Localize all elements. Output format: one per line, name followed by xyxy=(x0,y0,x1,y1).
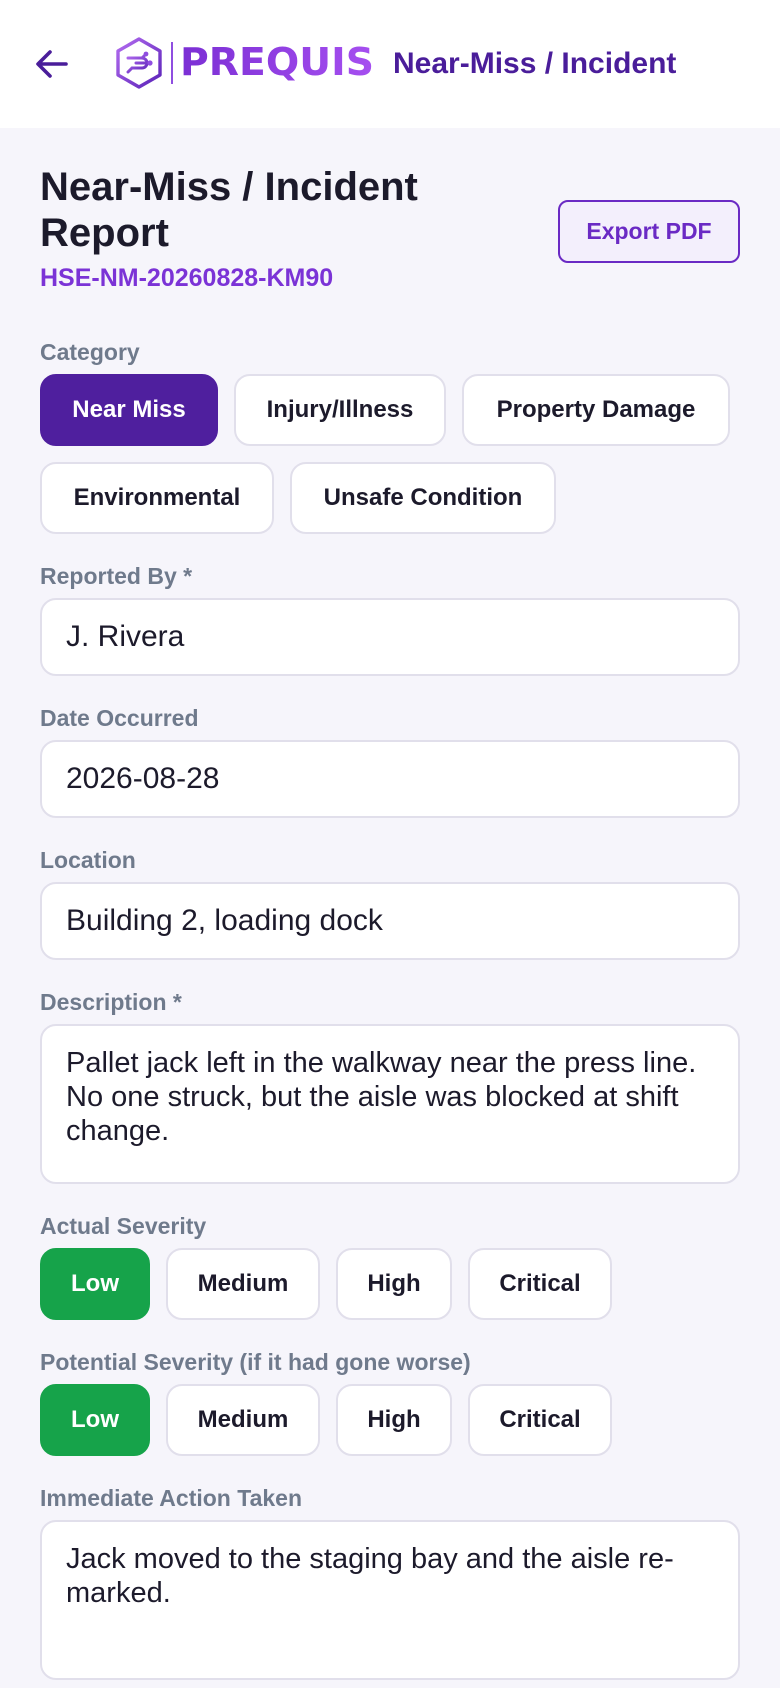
back-button[interactable] xyxy=(28,38,76,90)
date-occurred-label: Date Occurred xyxy=(40,705,199,731)
reported-by-label: Reported By * xyxy=(40,563,193,589)
location-input[interactable]: Building 2, loading dock xyxy=(40,882,740,960)
category-chip-injury-illness[interactable]: Injury/Illness xyxy=(234,374,446,446)
logo-divider xyxy=(171,42,173,84)
immediate-action-textarea[interactable]: Jack moved to the staging bay and the ai… xyxy=(40,1520,740,1680)
page-title: Near-Miss / Incident Report xyxy=(40,165,418,255)
potential-severity-label: Potential Severity (if it had gone worse… xyxy=(40,1349,471,1375)
logo-text: PREQUIS xyxy=(180,40,374,84)
arrow-left-icon xyxy=(36,50,68,78)
prequis-logo-icon xyxy=(116,37,162,89)
immediate-action-label: Immediate Action Taken xyxy=(40,1485,303,1511)
category-chip-property-damage[interactable]: Property Damage xyxy=(462,374,730,446)
potential-severity-medium[interactable]: Medium xyxy=(166,1384,320,1456)
reported-by-input[interactable]: J. Rivera xyxy=(40,598,740,676)
potential-severity-low[interactable]: Low xyxy=(40,1384,150,1456)
actual-severity-high[interactable]: High xyxy=(336,1248,452,1320)
export-pdf-button[interactable]: Export PDF xyxy=(558,200,740,263)
potential-severity-high[interactable]: High xyxy=(336,1384,452,1456)
description-textarea[interactable]: Pallet jack left in the walkway near the… xyxy=(40,1024,740,1184)
report-id: HSE-NM-20260828-KM90 xyxy=(40,264,334,292)
header-title: Near-Miss / Incident xyxy=(393,47,677,80)
app-header: PREQUIS Near-Miss / Incident xyxy=(0,0,780,128)
actual-severity-critical[interactable]: Critical xyxy=(468,1248,612,1320)
category-chip-unsafe-condition[interactable]: Unsafe Condition xyxy=(290,462,556,534)
description-label: Description * xyxy=(40,989,182,1015)
date-occurred-input[interactable]: 2026-08-28 xyxy=(40,740,740,818)
category-label: Category xyxy=(40,339,140,365)
potential-severity-critical[interactable]: Critical xyxy=(468,1384,612,1456)
actual-severity-low[interactable]: Low xyxy=(40,1248,150,1320)
prequis-wordmark: PREQUIS xyxy=(180,40,374,84)
location-label: Location xyxy=(40,847,136,873)
category-chip-near-miss[interactable]: Near Miss xyxy=(40,374,218,446)
actual-severity-medium[interactable]: Medium xyxy=(166,1248,320,1320)
actual-severity-label: Actual Severity xyxy=(40,1213,207,1239)
category-chip-environmental[interactable]: Environmental xyxy=(40,462,274,534)
